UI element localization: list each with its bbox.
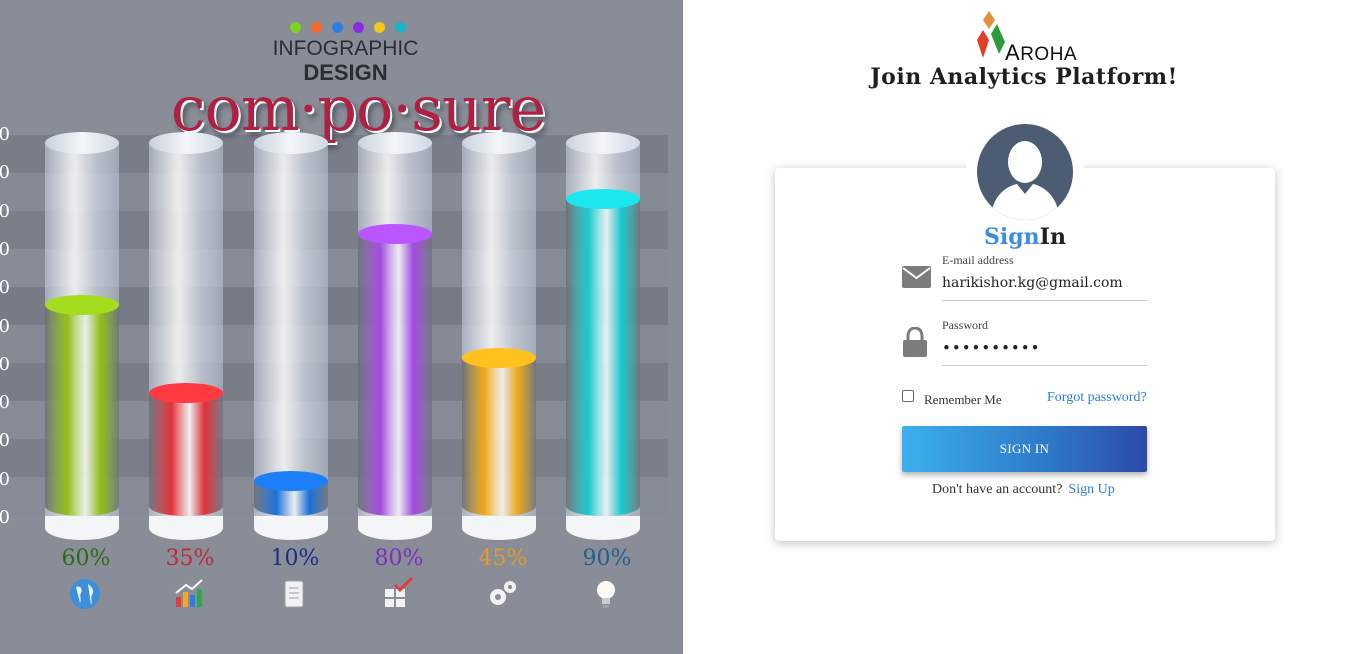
hero-infographic: INFOGRAPHIC DESIGN com·po·sure 000000000… (0, 0, 683, 654)
remember-me-label: Remember Me (924, 392, 1002, 407)
signup-link[interactable]: Sign Up (1068, 482, 1114, 497)
bar-value-label: 80% (374, 546, 424, 571)
signin-heading: SignIn (960, 224, 1090, 250)
user-avatar-icon (977, 124, 1073, 220)
bar-column (566, 132, 640, 542)
color-dot (374, 22, 385, 33)
glass-tube-top (45, 132, 119, 154)
bar-top (45, 295, 119, 315)
email-field[interactable] (942, 272, 1147, 301)
bar (254, 471, 328, 516)
tube-base (566, 516, 640, 540)
signin-heading-part1: Sign (984, 224, 1040, 250)
bar-column (358, 132, 432, 542)
envelope-icon (902, 266, 931, 288)
logo-text-first: A (1005, 40, 1021, 65)
bar (566, 189, 640, 516)
bar-column (45, 132, 119, 542)
bar-top (149, 383, 223, 403)
color-dot (395, 22, 406, 33)
y-tick-label: 0 (0, 277, 10, 299)
signin-button[interactable]: SIGN IN (902, 426, 1147, 472)
bar (45, 295, 119, 516)
tube-base (254, 516, 328, 540)
gears-icon (482, 576, 522, 612)
y-tick-label: 0 (0, 353, 10, 375)
bar-column (462, 132, 536, 542)
y-tick-label: 0 (0, 200, 10, 222)
bar-column (254, 132, 328, 542)
bar-value-label: 35% (165, 546, 215, 571)
y-tick-label: 0 (0, 162, 10, 184)
checklist-icon (378, 576, 418, 612)
bar-value-label: 10% (270, 546, 320, 571)
bar-value-label: 45% (478, 546, 528, 571)
password-field[interactable] (942, 337, 1147, 366)
tube-base (45, 516, 119, 540)
bar-top (358, 224, 432, 244)
glass-tube-top (254, 132, 328, 154)
glass-tube-top (462, 132, 536, 154)
glass-tube-top (358, 132, 432, 154)
glass-tube-top (566, 132, 640, 154)
tube-base (462, 516, 536, 540)
infographic-title-line1: INFOGRAPHIC (272, 37, 419, 60)
y-tick-label: 0 (0, 430, 10, 452)
globe-icon (65, 576, 105, 612)
y-tick-label: 0 (0, 507, 10, 528)
remember-me-checkbox[interactable] (902, 390, 914, 402)
color-dot (311, 22, 322, 33)
color-dot (353, 22, 364, 33)
bar-value-label: 60% (61, 546, 111, 571)
bar (462, 348, 536, 516)
y-tick-label: 0 (0, 315, 10, 337)
logo-text-rest: ROHA (1020, 44, 1078, 65)
color-dot (290, 22, 301, 33)
tube-base (358, 516, 432, 540)
signup-row: Don't have an account? Sign Up (932, 482, 1115, 498)
no-account-text: Don't have an account? (932, 482, 1063, 497)
tube-base (149, 516, 223, 540)
color-dot (332, 22, 343, 33)
y-tick-label: 0 (0, 392, 10, 414)
bar (358, 224, 432, 516)
color-dots (290, 22, 406, 33)
aroha-logo-text: AROHA (1005, 40, 1077, 66)
email-label: E-mail address (942, 253, 1014, 267)
growth-chart-icon (169, 576, 209, 612)
lightbulb-icon (586, 576, 626, 612)
bar-value-label: 90% (582, 546, 632, 571)
bar-column (149, 132, 223, 542)
bar-top (462, 348, 536, 368)
bar-top (566, 189, 640, 209)
y-tick-label: 0 (0, 124, 10, 145)
glass-tube-top (149, 132, 223, 154)
lock-icon (903, 327, 927, 357)
bar (149, 383, 223, 516)
y-tick-label: 0 (0, 238, 10, 260)
bar-top (254, 471, 328, 491)
password-label: Password (942, 318, 989, 332)
y-tick-label: 0 (0, 468, 10, 490)
scroll-icon (274, 576, 314, 612)
signin-heading-part2: In (1039, 224, 1066, 250)
page-title: Join Analytics Platform! (870, 64, 1178, 90)
forgot-password-link[interactable]: Forgot password? (1047, 390, 1147, 406)
